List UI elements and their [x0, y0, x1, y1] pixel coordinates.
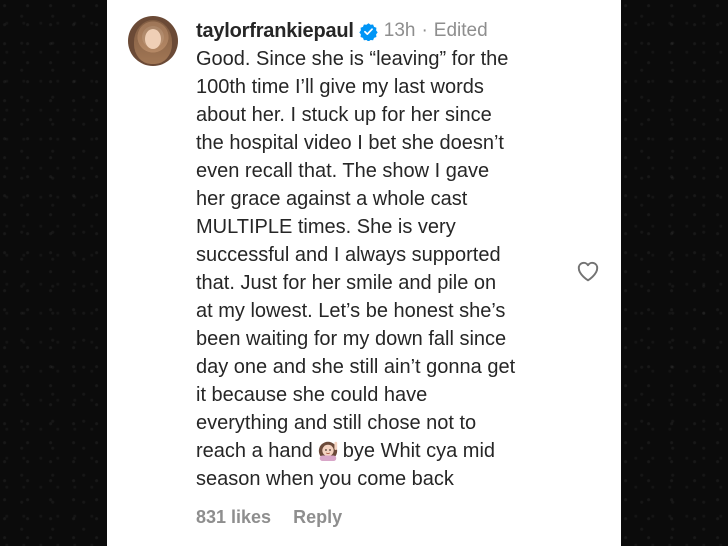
comment-text-part-1: Good. Since she is “leaving” for the 100… [196, 48, 516, 462]
verified-badge-icon [359, 22, 378, 41]
avatar-face [145, 29, 161, 49]
username[interactable]: taylorfrankiepaul [196, 20, 354, 43]
comment-text: Good. Since she is “leaving” for the 100… [196, 45, 566, 493]
heart-icon[interactable] [575, 258, 601, 282]
likes-count[interactable]: 831 likes [196, 507, 271, 528]
reply-button[interactable]: Reply [293, 507, 342, 528]
comment-header: taylorfrankiepaul 13h · Edited [196, 17, 488, 45]
timestamp: 13h [383, 20, 416, 41]
separator: · [421, 20, 428, 41]
comment-footer: 831 likes Reply [196, 507, 342, 528]
comment-card: taylorfrankiepaul 13h · Edited Good. Sin… [107, 0, 621, 546]
avatar[interactable] [128, 16, 178, 66]
edited-label: Edited [433, 20, 488, 41]
woman-raising-hand-emoji-icon [318, 441, 337, 461]
